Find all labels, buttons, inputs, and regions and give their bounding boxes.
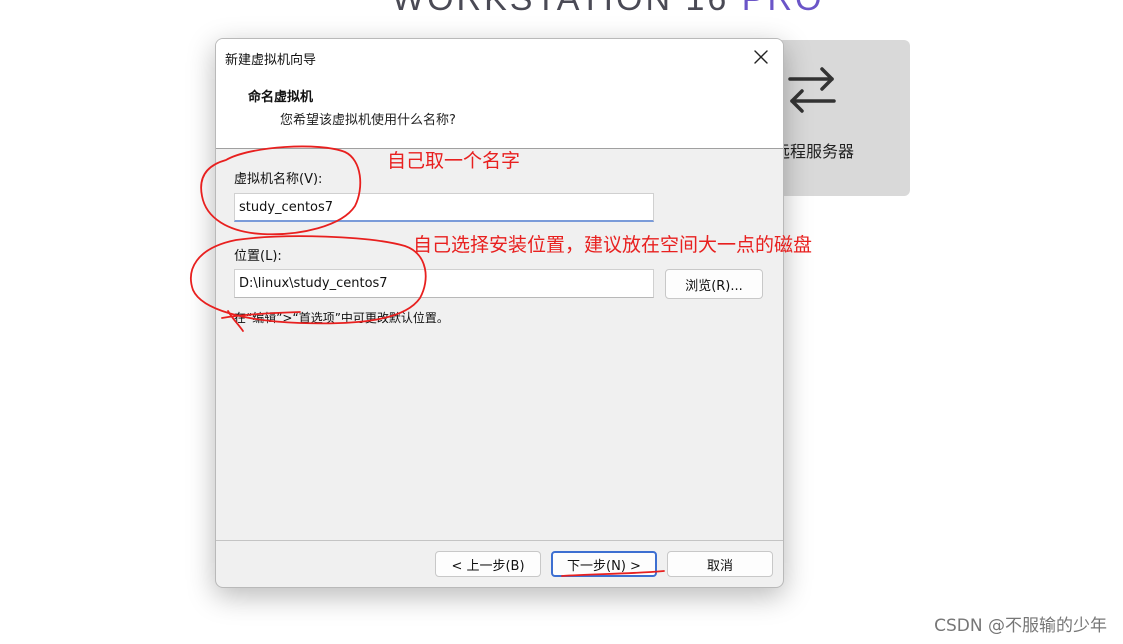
location-label: 位置(L):	[234, 249, 282, 264]
location-hint: 在“编辑”>“首选项”中可更改默认位置。	[234, 311, 449, 325]
location-input[interactable]	[234, 269, 654, 298]
name-annotation: 自己取一个名字	[387, 150, 521, 172]
brand-pro: PRO	[742, 0, 825, 18]
new-vm-wizard-dialog: 新建虚拟机向导 命名虚拟机 您希望该虚拟机使用什么名称? 虚拟机名称(V): 位…	[215, 38, 784, 588]
step-description: 您希望该虚拟机使用什么名称?	[280, 113, 456, 128]
brand-text: WORKSTATION 16	[392, 0, 729, 18]
next-button[interactable]: 下一步(N) >	[551, 551, 657, 577]
watermark: CSDN @不服输的少年	[934, 616, 1107, 636]
browse-button[interactable]: 浏览(R)...	[665, 269, 763, 299]
close-icon	[754, 50, 768, 64]
close-button[interactable]	[739, 39, 783, 75]
swap-arrows-icon	[788, 67, 836, 113]
vm-name-input[interactable]	[234, 193, 654, 222]
location-annotation: 自己选择安装位置，建议放在空间大一点的磁盘	[413, 234, 813, 256]
card-label: 远程服务器	[774, 142, 855, 161]
step-title: 命名虚拟机	[248, 90, 314, 105]
cancel-button[interactable]: 取消	[667, 551, 773, 577]
dialog-titlebar: 新建虚拟机向导	[216, 39, 783, 75]
back-button[interactable]: < 上一步(B)	[435, 551, 541, 577]
footer-divider	[216, 540, 783, 541]
product-brand: WORKSTATION 16 PRO	[392, 0, 824, 19]
screen: WORKSTATION 16 PRO 远程服务器 新建虚拟机向导	[0, 0, 1123, 644]
vm-name-label: 虚拟机名称(V):	[234, 172, 323, 187]
dialog-title: 新建虚拟机向导	[225, 53, 317, 68]
wizard-header: 命名虚拟机 您希望该虚拟机使用什么名称?	[216, 75, 783, 149]
